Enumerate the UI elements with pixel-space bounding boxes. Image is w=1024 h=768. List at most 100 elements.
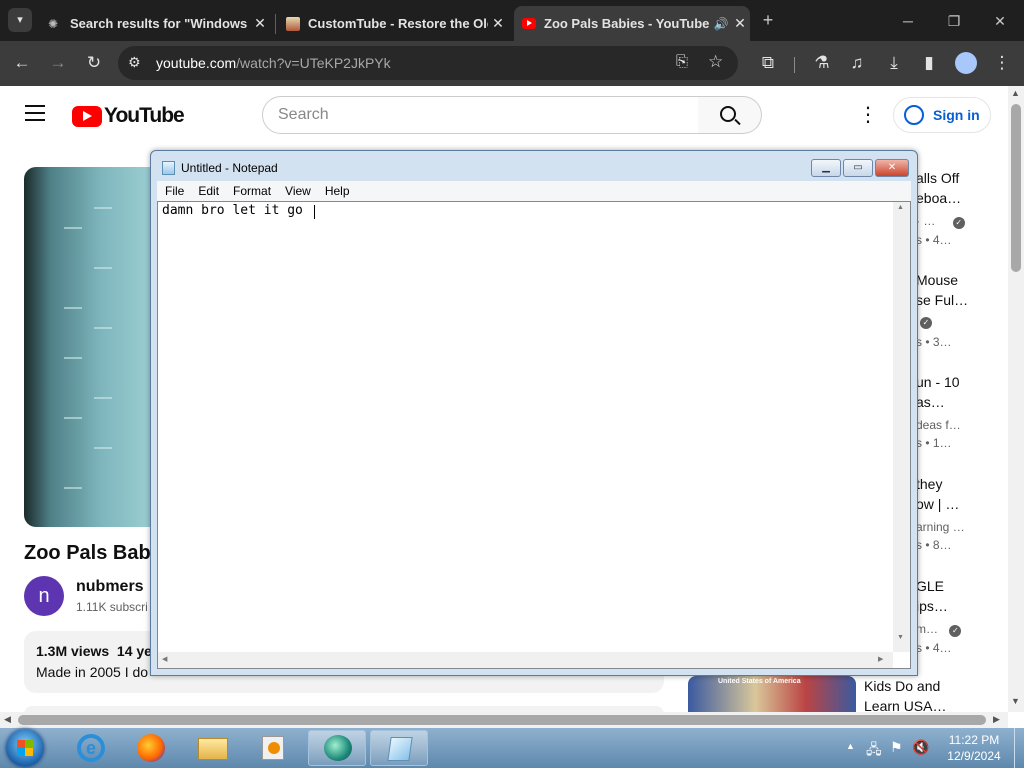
extensions-icon[interactable]: ⧉: [754, 49, 782, 77]
new-tab-button[interactable]: +: [758, 10, 778, 30]
url-path: /watch?v=UTeKP2JkPYk: [236, 55, 391, 71]
hamburger-menu-icon[interactable]: [25, 105, 45, 121]
menu-format[interactable]: Format: [225, 181, 277, 198]
menu-help[interactable]: Help: [317, 181, 356, 198]
browser-tab-strip: ▾ ✺ Search results for "Windows Vista" ✕…: [0, 0, 1024, 41]
menu-file[interactable]: File: [157, 181, 190, 198]
firefox-icon[interactable]: [122, 730, 180, 766]
scroll-down-arrow-icon[interactable]: ▼: [1011, 696, 1020, 706]
youtube-play-icon: [72, 105, 102, 127]
verified-icon: ✓: [952, 217, 965, 229]
show-hidden-icons-arrow[interactable]: ▲: [846, 741, 855, 751]
search-placeholder: Search: [278, 106, 329, 123]
suggestion-6-title[interactable]: Kids Do and Learn USA…: [864, 676, 946, 712]
menu-edit[interactable]: Edit: [190, 181, 225, 198]
close-icon[interactable]: ✕: [730, 15, 750, 32]
verified-icon: ✓: [920, 317, 932, 329]
youtube-icon: [522, 18, 536, 29]
chevron-down-icon: ▾: [17, 14, 23, 26]
notepad-maximize-button[interactable]: ▭: [843, 159, 873, 177]
tab-title: Zoo Pals Babies - YouTube: [544, 16, 710, 31]
notepad-minimize-button[interactable]: ▁: [811, 159, 841, 177]
subscriber-count: 1.11K subscri: [76, 600, 148, 614]
suggestion-1[interactable]: alls Off eboa… · … ✓ s • 4…: [916, 168, 965, 247]
minimize-window-button[interactable]: ─: [888, 8, 928, 34]
channel-avatar[interactable]: n: [24, 576, 64, 616]
back-button[interactable]: ←: [8, 49, 36, 77]
reload-button[interactable]: ↻: [80, 49, 108, 77]
notepad-vscroll[interactable]: ▲ ▼: [893, 202, 910, 652]
notepad-text-area[interactable]: damn bro let it go ▲ ▼ ◀ ▶: [157, 201, 911, 669]
menu-view[interactable]: View: [277, 181, 317, 198]
sign-in-button[interactable]: Sign in: [893, 97, 991, 133]
internet-explorer-icon[interactable]: e: [62, 730, 120, 766]
tab-search-button[interactable]: ▾: [8, 8, 32, 32]
video-player[interactable]: [24, 167, 154, 527]
speaker-icon[interactable]: 🔊: [712, 17, 730, 31]
scroll-right-arrow-icon[interactable]: ▶: [993, 714, 1000, 725]
views-line: 1.3M views 14 yea: [36, 643, 160, 659]
close-icon[interactable]: ✕: [250, 15, 270, 32]
volume-muted-icon[interactable]: 🔇: [912, 739, 929, 756]
notepad-taskbar-icon[interactable]: [370, 730, 428, 766]
video-title: Zoo Pals Babie: [24, 542, 168, 564]
description-text: Made in 2005 I do: [36, 664, 149, 680]
account-icon: [904, 105, 924, 125]
site-info-icon[interactable]: ⚙: [128, 54, 141, 71]
notepad-icon: [162, 161, 175, 175]
notepad-hscroll[interactable]: ◀ ▶: [158, 652, 893, 668]
notepad-text: damn bro let it go: [162, 203, 311, 218]
scroll-up-arrow-icon[interactable]: ▲: [1011, 88, 1020, 98]
clock-time: 11:22 PM: [948, 733, 1000, 747]
media-controls-icon[interactable]: ♫: [843, 49, 871, 77]
text-cursor: [314, 205, 315, 219]
scroll-thumb[interactable]: [18, 715, 986, 725]
customtube-icon: [286, 16, 300, 31]
menu-kebab-icon[interactable]: ⋮: [988, 49, 1016, 77]
clock[interactable]: 11:22 PM 12/9/2024: [936, 732, 1012, 764]
search-input[interactable]: Search: [262, 96, 699, 134]
suggestion-4[interactable]: they ow | … arning … s • 8…: [916, 474, 965, 552]
close-icon[interactable]: ✕: [488, 15, 508, 32]
running-app-icon[interactable]: [308, 730, 366, 766]
scroll-thumb[interactable]: [1011, 104, 1021, 272]
search-button[interactable]: [698, 96, 762, 134]
settings-kebab-icon[interactable]: ⋮: [858, 102, 878, 127]
media-player-icon[interactable]: [244, 730, 302, 766]
profile-avatar-icon[interactable]: [955, 52, 977, 74]
side-panel-icon[interactable]: ▮: [915, 49, 943, 77]
tab-search-results[interactable]: ✺ Search results for "Windows Vista" ✕: [40, 6, 270, 41]
suggestion-5[interactable]: GLE ips… m… ✓ s • 4…: [916, 576, 962, 655]
start-button[interactable]: [6, 729, 44, 767]
install-app-icon[interactable]: ⎘: [676, 53, 688, 70]
scroll-left-arrow-icon[interactable]: ◀: [4, 714, 11, 725]
url-host: youtube.com: [156, 55, 237, 71]
youtube-logo[interactable]: YouTube: [72, 104, 185, 128]
file-explorer-icon[interactable]: [184, 730, 242, 766]
restore-window-button[interactable]: ❐: [934, 8, 974, 34]
address-bar[interactable]: ⚙ youtube.com/watch?v=UTeKP2JkPYk ⎘ ☆: [118, 46, 738, 80]
download-icon[interactable]: ⤓: [880, 49, 908, 77]
bookmark-star-icon[interactable]: ☆: [708, 52, 723, 72]
channel-name[interactable]: nubmers: [76, 578, 144, 596]
vertical-scrollbar[interactable]: ▲ ▼: [1008, 86, 1024, 712]
show-desktop-button[interactable]: [1014, 728, 1024, 768]
tab-zoo-pals[interactable]: Zoo Pals Babies - YouTube 🔊 ✕: [514, 6, 750, 41]
notepad-close-button[interactable]: ✕: [875, 159, 909, 177]
action-center-flag-icon[interactable]: ⚑: [890, 739, 903, 756]
notepad-window[interactable]: Untitled - Notepad ▁ ▭ ✕ File Edit Format V…: [150, 150, 918, 676]
verified-icon: ✓: [949, 625, 962, 637]
browser-toolbar: ← → ↻ ⚙ youtube.com/watch?v=UTeKP2JkPYk …: [0, 41, 1024, 86]
horizontal-scrollbar[interactable]: ◀ ▶: [0, 712, 1008, 728]
tab-customtube[interactable]: CustomTube - Restore the Old YouTube ✕: [278, 6, 508, 41]
sign-in-label: Sign in: [933, 107, 980, 123]
labs-flask-icon[interactable]: ⚗: [808, 49, 836, 77]
network-icon[interactable]: 🖧: [866, 739, 882, 763]
notepad-menu-bar: File Edit Format View Help: [157, 181, 911, 201]
forward-button[interactable]: →: [44, 49, 72, 77]
suggestion-2[interactable]: Mouse se Ful… ✓ s • 3…: [916, 270, 968, 349]
url-text: youtube.com/watch?v=UTeKP2JkPYk: [156, 55, 391, 71]
close-window-button[interactable]: ✕: [980, 8, 1020, 34]
suggestion-3[interactable]: un - 10 as… deas f… s • 1…: [916, 372, 961, 450]
suggestion-thumbnail[interactable]: United States of America: [688, 676, 856, 712]
